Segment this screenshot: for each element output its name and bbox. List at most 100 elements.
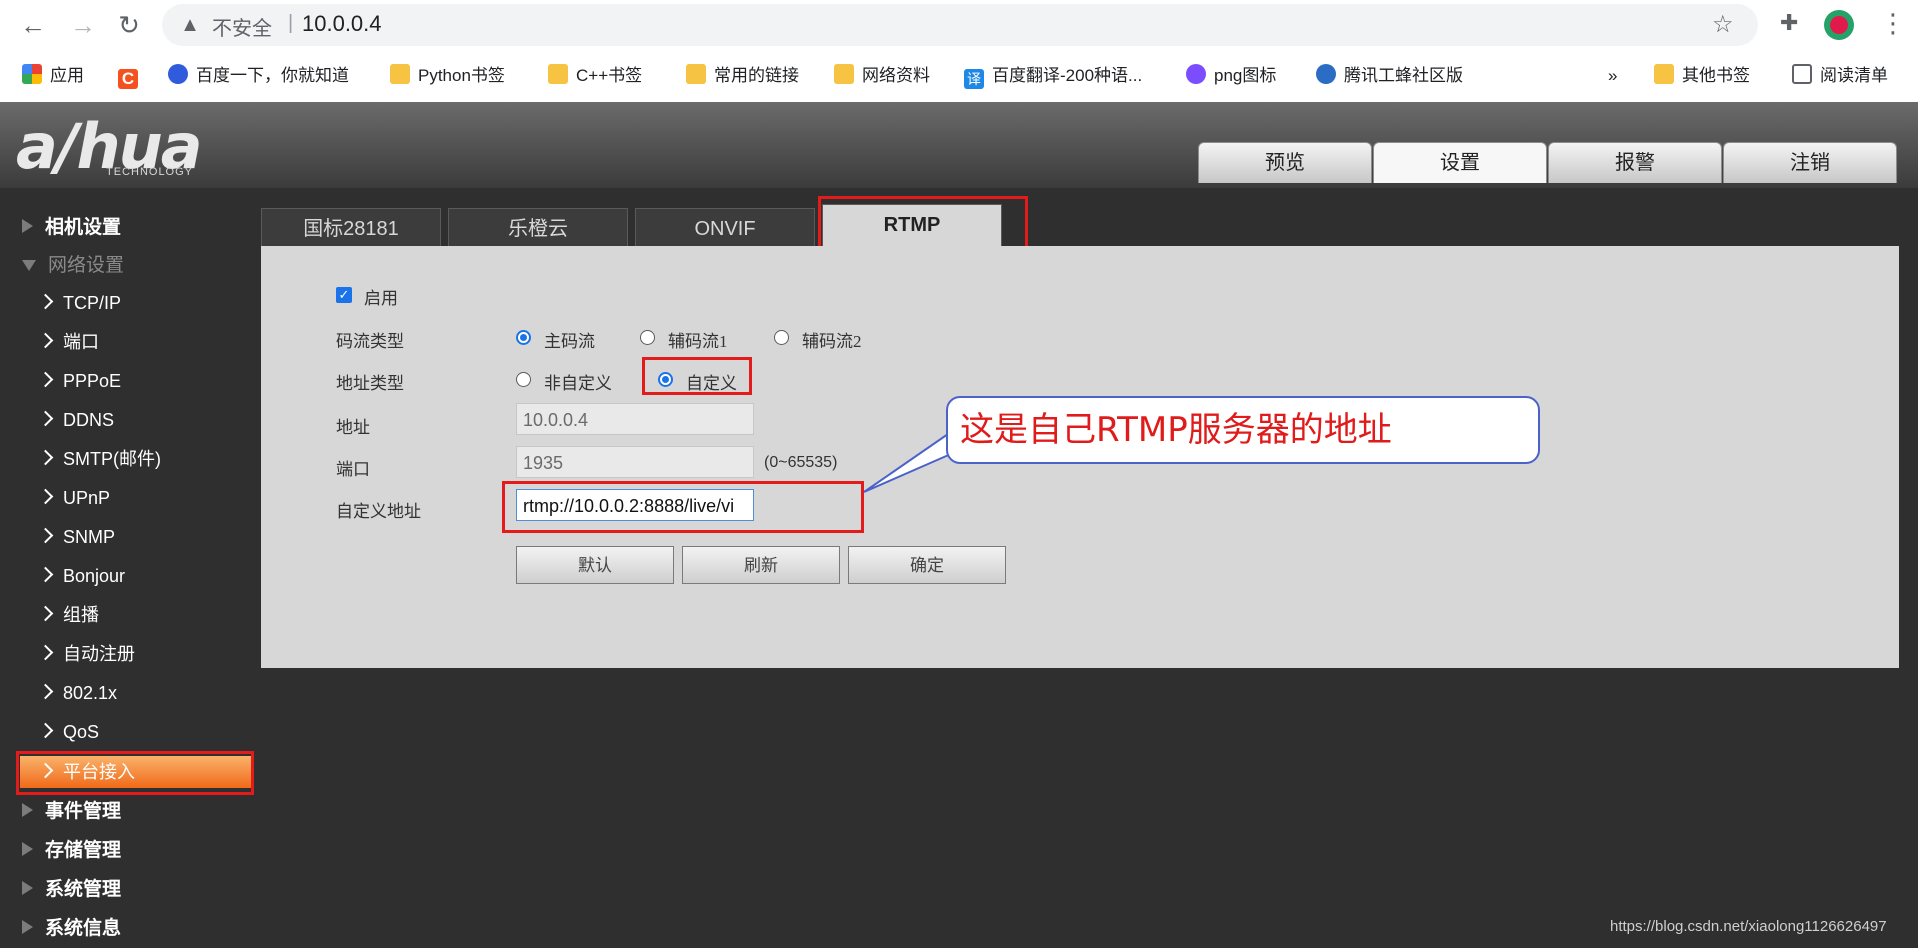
chevron-right-icon: [37, 683, 54, 700]
sidebar-item-label: 组播: [63, 605, 99, 625]
stream-sub2-label: 辅码流2: [802, 332, 862, 351]
chevron-right-icon: [37, 293, 54, 310]
refresh-button[interactable]: 刷新: [682, 546, 840, 584]
annotation-callout: 这是自己RTMP服务器的地址: [946, 396, 1540, 464]
extensions-icon[interactable]: ✚: [1780, 10, 1798, 36]
sidebar-item-upnp[interactable]: UPnP: [37, 480, 110, 516]
address-label: 地址: [336, 418, 370, 437]
bookmarks-overflow[interactable]: »: [1608, 64, 1617, 88]
collapsed-triangle-icon: [22, 842, 33, 856]
port-range-hint: (0~65535): [764, 454, 838, 471]
sidebar-item-label: 自动注册: [63, 644, 135, 664]
group-label: 事件管理: [45, 800, 122, 822]
sidebar-group-network[interactable]: 网络设置: [22, 246, 124, 284]
highlight-box-custom: [642, 357, 752, 395]
sidebar-item-label: PPPoE: [63, 371, 122, 391]
back-icon[interactable]: ←: [16, 8, 50, 42]
url-text[interactable]: 10.0.0.4: [302, 11, 382, 37]
sidebar-item-qos[interactable]: QoS: [37, 714, 100, 750]
folder-icon: [834, 64, 854, 84]
chevron-right-icon: [37, 449, 54, 466]
tab-logout[interactable]: 注销: [1723, 142, 1897, 183]
chevron-right-icon: [37, 722, 54, 739]
stream-type-label: 码流类型: [336, 332, 404, 351]
address-non-custom-radio[interactable]: [516, 372, 531, 387]
sidebar-item-smtp[interactable]: SMTP(邮件): [37, 441, 161, 477]
sidebar-item-pppoe[interactable]: PPPoE: [37, 363, 122, 399]
bookmark-label: 网络资料: [862, 66, 930, 85]
bookmark-other[interactable]: 其他书签: [1654, 64, 1750, 88]
sidebar-group-system[interactable]: 系统管理: [22, 870, 121, 908]
chevron-right-icon: [37, 605, 54, 622]
forward-icon[interactable]: →: [66, 8, 100, 42]
bookmark-label: 常用的链接: [714, 66, 799, 85]
port-field[interactable]: 1935: [516, 446, 754, 478]
tab-gb28181[interactable]: 国标28181: [261, 208, 441, 247]
tencent-icon: [1316, 64, 1336, 84]
stream-sub1-label: 辅码流1: [668, 332, 728, 351]
sidebar-item-label: SNMP: [63, 527, 116, 547]
sidebar-item-label: Bonjour: [63, 566, 126, 586]
sidebar-item-snmp[interactable]: SNMP: [37, 519, 116, 555]
bookmark-c[interactable]: C: [118, 64, 146, 89]
stream-main-label: 主码流: [544, 332, 595, 351]
url-separator: |: [288, 12, 294, 34]
bookmark-tencent[interactable]: 腾讯工蜂社区版: [1316, 64, 1463, 88]
group-label: 相机设置: [45, 216, 122, 238]
sidebar-item-bonjour[interactable]: Bonjour: [37, 558, 126, 594]
more-menu-icon[interactable]: ⋮: [1880, 8, 1906, 39]
sidebar-item-port[interactable]: 端口: [37, 324, 99, 360]
collapsed-triangle-icon: [22, 920, 33, 934]
address-field[interactable]: 10.0.0.4: [516, 403, 754, 435]
stream-sub1-radio[interactable]: [640, 330, 655, 345]
tab-alarm[interactable]: 报警: [1548, 142, 1722, 183]
bookmark-apps[interactable]: 应用: [22, 64, 84, 88]
stream-main-radio[interactable]: [516, 330, 531, 345]
enable-checkbox[interactable]: ✓: [336, 287, 352, 303]
group-label: 系统管理: [45, 878, 122, 900]
highlight-box-custom-address: [502, 481, 864, 533]
bookmark-baidu[interactable]: 百度一下，你就知道: [168, 64, 349, 88]
confirm-button[interactable]: 确定: [848, 546, 1006, 584]
tab-preview[interactable]: 预览: [1198, 142, 1372, 183]
bookmark-star-icon[interactable]: ☆: [1712, 10, 1734, 39]
bookmark-label: 百度一下，你就知道: [196, 66, 349, 85]
sidebar-item-multicast[interactable]: 组播: [37, 597, 99, 633]
tab-lechange[interactable]: 乐橙云: [448, 208, 628, 247]
bookmark-cpp[interactable]: C++书签: [548, 64, 642, 88]
sidebar-item-tcpip[interactable]: TCP/IP: [37, 285, 122, 321]
c-logo-icon: C: [118, 69, 138, 89]
default-button[interactable]: 默认: [516, 546, 674, 584]
bookmark-network[interactable]: 网络资料: [834, 64, 930, 88]
sidebar-item-8021x[interactable]: 802.1x: [37, 675, 117, 711]
warning-icon[interactable]: ▲: [178, 13, 202, 37]
sidebar-item-ddns[interactable]: DDNS: [37, 402, 114, 438]
address-bar[interactable]: [162, 4, 1758, 46]
bookmark-python[interactable]: Python书签: [390, 64, 505, 88]
stream-sub2-radio[interactable]: [774, 330, 789, 345]
sidebar-group-camera[interactable]: 相机设置: [22, 208, 121, 246]
tab-onvif[interactable]: ONVIF: [635, 208, 815, 247]
bookmark-translate[interactable]: 译百度翻译-200种语...: [964, 64, 1143, 89]
enable-label: 启用: [364, 289, 398, 308]
sidebar-group-info[interactable]: 系统信息: [22, 909, 121, 947]
sidebar-item-label: QoS: [63, 722, 100, 742]
folder-icon: [1654, 64, 1674, 84]
insecure-label: 不安全: [212, 18, 272, 40]
sidebar-group-event[interactable]: 事件管理: [22, 792, 121, 830]
reload-icon[interactable]: ↻: [112, 8, 146, 42]
sidebar-item-auto-register[interactable]: 自动注册: [37, 636, 135, 672]
highlight-box-sidebar: [16, 751, 254, 795]
sidebar-item-label: TCP/IP: [63, 293, 122, 313]
tab-settings[interactable]: 设置: [1373, 142, 1547, 183]
baidu-paw-icon: [168, 64, 188, 84]
bookmark-links[interactable]: 常用的链接: [686, 64, 799, 88]
collapsed-triangle-icon: [22, 803, 33, 817]
port-label: 端口: [336, 460, 370, 479]
brand-logo-sub: TECHNOLOGY: [106, 166, 194, 178]
sidebar-group-storage[interactable]: 存储管理: [22, 831, 121, 869]
reading-list[interactable]: 阅读清单: [1792, 64, 1888, 88]
bookmark-label: 百度翻译-200种语...: [992, 66, 1143, 85]
chevron-right-icon: [37, 410, 54, 427]
bookmark-png[interactable]: png图标: [1186, 64, 1276, 88]
